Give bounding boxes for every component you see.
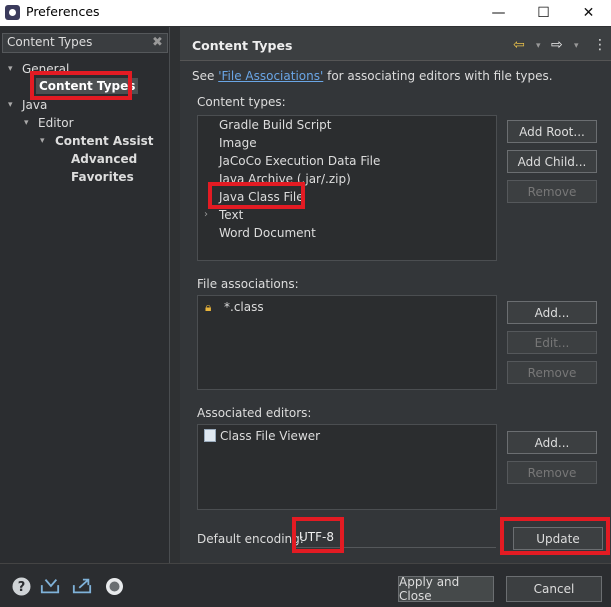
import-icon[interactable] bbox=[40, 576, 60, 596]
close-button[interactable]: ✕ bbox=[566, 0, 611, 26]
description-prefix: See bbox=[192, 69, 219, 83]
expand-content-assist-icon[interactable]: ▾ bbox=[40, 136, 45, 146]
record-icon[interactable] bbox=[104, 576, 124, 596]
tree-item-content-assist[interactable]: Content Assist bbox=[55, 134, 154, 148]
tree-item-editor[interactable]: Editor bbox=[38, 116, 74, 130]
help-icon[interactable]: ? bbox=[11, 576, 31, 596]
clear-filter-icon[interactable]: ✖ bbox=[152, 35, 163, 50]
page-description: See 'File Associations' for associating … bbox=[192, 69, 553, 83]
associated-editors-list[interactable]: Class File Viewer bbox=[197, 424, 497, 510]
apply-and-close-button[interactable]: Apply and Close bbox=[398, 575, 494, 603]
back-arrow-icon[interactable]: ⇦ bbox=[513, 37, 525, 53]
expand-general-icon[interactable]: ▾ bbox=[8, 64, 13, 74]
expand-text-icon[interactable]: › bbox=[204, 209, 208, 220]
preferences-tree-panel: Content Types ✖ ▾ General Content Types … bbox=[0, 27, 170, 563]
minimize-button[interactable]: — bbox=[476, 0, 521, 26]
description-suffix: for associating editors with file types. bbox=[323, 69, 553, 83]
remove-editor-button[interactable]: Remove bbox=[507, 461, 597, 484]
expand-editor-icon[interactable]: ▾ bbox=[24, 118, 29, 128]
class-file-viewer-icon bbox=[204, 429, 216, 442]
add-child-button[interactable]: Add Child... bbox=[507, 150, 597, 173]
forward-arrow-icon[interactable]: ⇨ bbox=[551, 37, 563, 53]
filter-input[interactable]: Content Types bbox=[2, 33, 168, 53]
remove-content-type-button[interactable]: Remove bbox=[507, 180, 597, 203]
remove-association-button[interactable]: Remove bbox=[507, 361, 597, 384]
file-associations-label: File associations: bbox=[197, 277, 299, 291]
view-menu-icon[interactable]: ⋮ bbox=[593, 37, 607, 53]
page-title: Content Types bbox=[192, 38, 293, 53]
default-encoding-label: Default encoding: bbox=[197, 532, 304, 546]
highlight-content-types bbox=[30, 71, 132, 100]
content-type-item[interactable]: Gradle Build Script bbox=[219, 118, 331, 132]
eclipse-app-icon bbox=[5, 5, 20, 20]
file-association-item[interactable]: *.class bbox=[224, 300, 264, 314]
associated-editors-label: Associated editors: bbox=[197, 406, 312, 420]
cancel-button[interactable]: Cancel bbox=[506, 576, 602, 602]
add-association-button[interactable]: Add... bbox=[507, 301, 597, 324]
tree-item-favorites[interactable]: Favorites bbox=[71, 170, 134, 184]
content-types-label: Content types: bbox=[197, 95, 286, 109]
content-types-page: Content Types ⇦ ▾ ⇨ ▾ ⋮ See 'File Associ… bbox=[180, 27, 611, 563]
tree-item-advanced[interactable]: Advanced bbox=[71, 152, 137, 166]
highlight-java-class-file bbox=[208, 182, 305, 209]
export-icon[interactable] bbox=[72, 576, 92, 596]
content-type-item[interactable]: Word Document bbox=[219, 226, 316, 240]
back-menu-icon[interactable]: ▾ bbox=[536, 41, 541, 51]
window-title: Preferences bbox=[26, 4, 100, 19]
forward-menu-icon[interactable]: ▾ bbox=[574, 41, 579, 51]
content-type-item[interactable]: Text bbox=[219, 208, 243, 222]
highlight-encoding-value bbox=[292, 517, 344, 553]
page-header: Content Types ⇦ ▾ ⇨ ▾ ⋮ bbox=[180, 27, 611, 61]
highlight-update-button bbox=[500, 517, 610, 555]
maximize-button[interactable]: ☐ bbox=[521, 0, 566, 26]
expand-java-icon[interactable]: ▾ bbox=[8, 100, 13, 110]
svg-text:?: ? bbox=[17, 580, 25, 595]
content-type-item[interactable]: JaCoCo Execution Data File bbox=[219, 154, 380, 168]
add-editor-button[interactable]: Add... bbox=[507, 431, 597, 454]
title-bar: Preferences — ☐ ✕ bbox=[0, 0, 611, 26]
tree-item-java[interactable]: Java bbox=[22, 98, 47, 112]
file-associations-link[interactable]: 'File Associations' bbox=[218, 69, 323, 83]
content-type-item[interactable]: Image bbox=[219, 136, 257, 150]
file-associations-list[interactable]: 🔒︎ *.class bbox=[197, 295, 497, 390]
editor-item[interactable]: Class File Viewer bbox=[220, 429, 320, 443]
add-root-button[interactable]: Add Root... bbox=[507, 120, 597, 143]
edit-association-button[interactable]: Edit... bbox=[507, 331, 597, 354]
lock-icon: 🔒︎ bbox=[205, 300, 212, 314]
dialog-footer: ? Apply and Close Cancel bbox=[0, 563, 611, 607]
